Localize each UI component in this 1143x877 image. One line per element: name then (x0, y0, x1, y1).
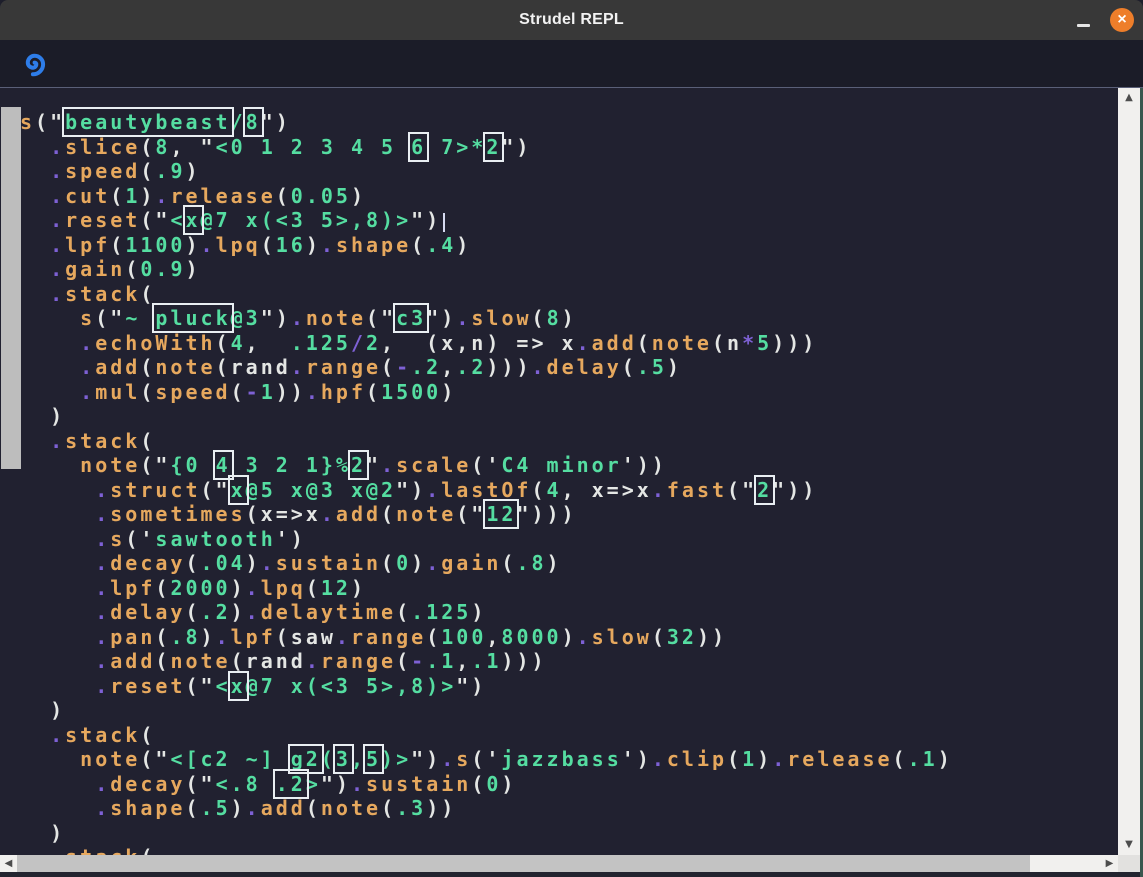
code-line: .reset("<x@7 x(<3 5>,8)>") (20, 674, 1118, 699)
spiral-icon (20, 50, 48, 78)
horizontal-scrollbar-thumb[interactable] (17, 855, 1030, 872)
code-line: s("~ pluck@3").note("c3").slow(8) (20, 306, 1118, 331)
code-line: note("{0 4 3 2 1}%2".scale('C4 minor')) (20, 453, 1118, 478)
code-line: .shape(.5).add(note(.3)) (20, 796, 1118, 821)
scroll-down-arrow-icon[interactable]: ▼ (1118, 837, 1140, 853)
code-line: .cut(1).release(0.05) (20, 184, 1118, 209)
window-titlebar: Strudel REPL × (0, 0, 1143, 41)
code-line: .reset("<x@7 x(<3 5>,8)>") (20, 208, 1118, 233)
code-line: note("<[c2 ~] g2(3,5)>").s('jazzbass').c… (20, 747, 1118, 772)
code-line: .lpf(1100).lpq(16).shape(.4) (20, 233, 1118, 258)
window-bottom-edge (0, 872, 1140, 877)
code-line: .stack( (20, 282, 1118, 307)
code-line: .delay(.2).delaytime(.125) (20, 600, 1118, 625)
scroll-left-arrow-icon[interactable]: ◀ (0, 855, 17, 872)
code-line: .lpf(2000).lpq(12) (20, 576, 1118, 601)
horizontal-scrollbar[interactable]: ◀ ▶ (0, 855, 1118, 872)
close-icon: × (1117, 12, 1126, 28)
vertical-scrollbar-thumb[interactable] (1, 107, 21, 469)
close-button[interactable]: × (1110, 8, 1134, 32)
code-line: .decay("<.8 .2>").sustain(0) (20, 772, 1118, 797)
code-line: .stack( (20, 845, 1118, 855)
code-line: .add(note(rand.range(-.2,.2))).delay(.5) (20, 355, 1118, 380)
text-cursor (443, 213, 445, 232)
code-line: ) (20, 404, 1118, 429)
scrollbar-corner (1118, 855, 1140, 872)
code-line: .stack( (20, 429, 1118, 454)
code-line: .struct("x@5 x@3 x@2").lastOf(4, x=>x.fa… (20, 478, 1118, 503)
app-header (0, 40, 1143, 88)
code-line: .echoWith(4, .125/2, (x,n) => x.add(note… (20, 331, 1118, 356)
code-line: .mul(speed(-1)).hpf(1500) (20, 380, 1118, 405)
scroll-up-arrow-icon[interactable]: ▲ (1118, 90, 1140, 106)
code-line: ) (20, 821, 1118, 846)
code-line: s("beautybeast/8") (20, 110, 1118, 135)
code-editor[interactable]: s("beautybeast/8") .slice(8, "<0 1 2 3 4… (0, 88, 1118, 855)
code-line: .slice(8, "<0 1 2 3 4 5 6 7>*2") (20, 135, 1118, 160)
code-line: .gain(0.9) (20, 257, 1118, 282)
code-line: .decay(.04).sustain(0).gain(.8) (20, 551, 1118, 576)
code-line: .pan(.8).lpf(saw.range(100,8000).slow(32… (20, 625, 1118, 650)
minimize-button[interactable] (1071, 0, 1095, 40)
minimize-icon (1077, 24, 1090, 27)
code-line: .stack( (20, 723, 1118, 748)
code-line: .speed(.9) (20, 159, 1118, 184)
code-line: .sometimes(x=>x.add(note("12"))) (20, 502, 1118, 527)
code-area: s("beautybeast/8") .slice(8, "<0 1 2 3 4… (0, 88, 1118, 855)
window-title: Strudel REPL (0, 0, 1143, 40)
code-line: ) (20, 698, 1118, 723)
code-line: .s('sawtooth') (20, 527, 1118, 552)
strudel-logo-button[interactable] (20, 50, 48, 78)
vertical-scrollbar[interactable]: ▲ ▼ (1118, 88, 1140, 855)
code-line: .add(note(rand.range(-.1,.1))) (20, 649, 1118, 674)
scroll-right-arrow-icon[interactable]: ▶ (1101, 855, 1118, 872)
